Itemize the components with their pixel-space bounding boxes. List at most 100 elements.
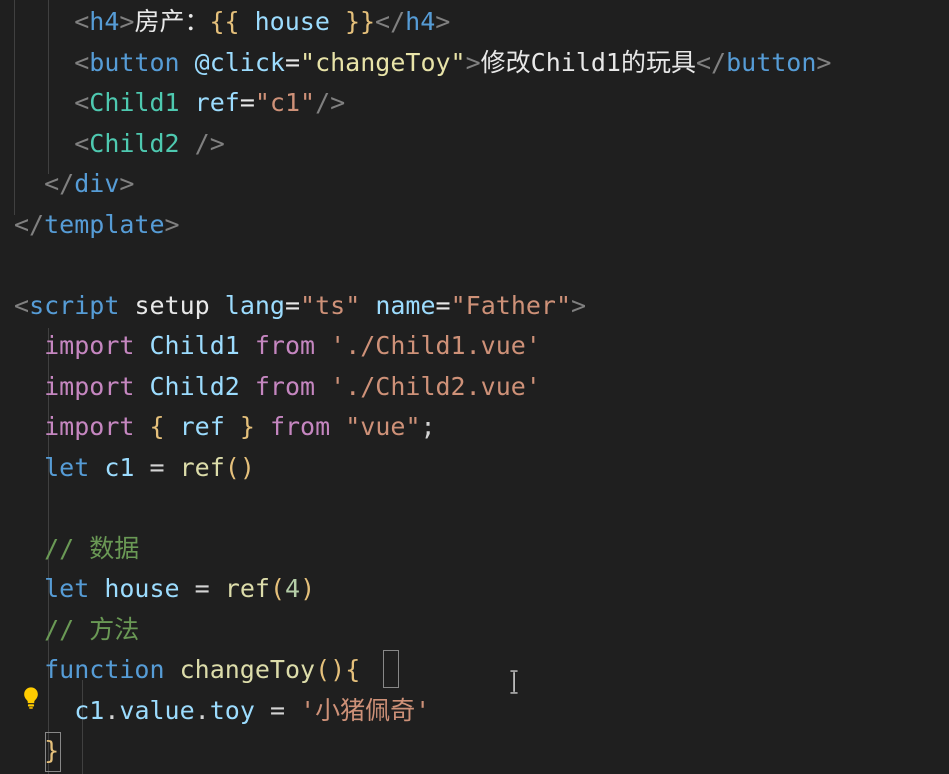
code-token: from xyxy=(254,331,316,360)
line-import-ref[interactable]: import { ref } from "vue"; xyxy=(14,407,435,448)
line-blank-2[interactable] xyxy=(14,488,29,529)
code-token: h4 xyxy=(405,7,436,36)
code-token: house xyxy=(104,574,180,603)
code-token: template xyxy=(44,209,165,239)
code-token: import xyxy=(44,371,135,401)
line-child2[interactable]: <Child2 /> xyxy=(14,124,225,165)
code-token: > xyxy=(119,169,135,198)
code-token: let xyxy=(44,574,90,603)
code-token: {{ xyxy=(209,7,240,36)
code-token: { xyxy=(345,655,361,684)
code-token: Child2 xyxy=(149,371,240,401)
code-token: < xyxy=(14,290,30,320)
line-assign-toy[interactable]: c1.value.toy = '小猪佩奇' xyxy=(14,691,430,732)
code-token: "ts" xyxy=(300,290,361,320)
line-child1[interactable]: <Child1 ref="c1"/> xyxy=(14,83,345,124)
line-let-house[interactable]: let house = ref(4) xyxy=(14,569,315,610)
line-brace-close[interactable]: } xyxy=(14,731,59,772)
code-token: changeToy xyxy=(179,655,316,684)
code-token: = xyxy=(149,452,165,482)
code-token: from xyxy=(269,412,331,441)
code-editor-viewport[interactable]: <h4>房产：{{ house }}</h4> <button @click="… xyxy=(0,0,949,774)
code-token: button xyxy=(726,47,817,77)
code-token: . xyxy=(104,695,120,725)
code-token: </ xyxy=(44,169,75,198)
code-token: ref xyxy=(194,88,240,117)
code-token: div xyxy=(74,169,120,198)
line-comment-method[interactable]: // 方法 xyxy=(14,610,139,651)
code-token: setup xyxy=(134,290,210,320)
code-token: "vue" xyxy=(345,412,421,441)
code-token: import xyxy=(44,412,135,441)
line-button[interactable]: <button @click="changeToy">修改Child1的玩具</… xyxy=(14,43,831,84)
code-token: Child1 xyxy=(149,331,240,360)
code-token: } xyxy=(44,736,60,765)
line-script-open[interactable]: <script setup lang="ts" name="Father"> xyxy=(14,286,586,327)
code-token: ( xyxy=(269,574,285,603)
code-token: './Child2.vue' xyxy=(330,371,541,401)
line-template-close[interactable]: </template> xyxy=(14,205,180,246)
code-token: "Father" xyxy=(450,290,572,320)
code-token: /> xyxy=(194,128,225,158)
code-token: ( xyxy=(224,452,240,482)
code-token: = xyxy=(269,695,285,725)
code-token: value xyxy=(119,695,195,725)
code-token: < xyxy=(74,88,90,117)
code-token: . xyxy=(194,695,210,725)
code-token: @click xyxy=(194,47,285,77)
code-token: ref xyxy=(179,452,225,482)
code-token: = xyxy=(284,47,301,77)
line-div-close[interactable]: </div> xyxy=(14,164,134,205)
code-token: script xyxy=(29,290,120,320)
line-comment-data[interactable]: // 数据 xyxy=(14,529,139,570)
lightbulb-icon[interactable] xyxy=(18,683,44,709)
line-function[interactable]: function changeToy(){ xyxy=(14,650,360,691)
line-let-c1[interactable]: let c1 = ref() xyxy=(14,448,255,489)
code-token: > xyxy=(164,209,180,239)
mouse-ibeam-cursor xyxy=(508,667,520,708)
code-token: ) xyxy=(239,452,255,482)
code-token: ( xyxy=(315,655,331,684)
code-token: "c1" xyxy=(254,88,316,117)
line-blank-1[interactable] xyxy=(14,245,29,286)
code-token: < xyxy=(74,7,90,36)
code-token: }} xyxy=(344,7,376,36)
code-token: = xyxy=(239,88,255,117)
code-token: = xyxy=(435,290,451,320)
line-import-child1[interactable]: import Child1 from './Child1.vue' xyxy=(14,326,541,367)
line-import-child2[interactable]: import Child2 from './Child2.vue' xyxy=(14,367,541,408)
code-token: 修改Child1的玩具 xyxy=(480,47,696,77)
code-token: toy xyxy=(209,695,255,725)
code-token: lang xyxy=(224,290,285,320)
line-h4[interactable]: <h4>房产：{{ house }}</h4> xyxy=(14,2,450,43)
code-token: /> xyxy=(315,88,346,117)
